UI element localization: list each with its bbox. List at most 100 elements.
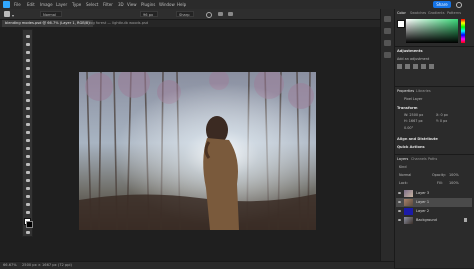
dodge-tool-icon[interactable] <box>24 153 31 159</box>
tab-swatches[interactable]: Swatches <box>410 11 426 15</box>
comments-panel-icon[interactable] <box>384 28 391 34</box>
angle-field[interactable]: 0.00° <box>404 126 413 130</box>
exposure-adjustment-icon[interactable] <box>421 64 426 69</box>
tab-layers[interactable]: Layers <box>397 157 408 161</box>
eraser-tool-icon[interactable] <box>24 129 31 135</box>
blend-mode-select[interactable]: Normal <box>399 173 411 177</box>
layer-row-layer-1[interactable]: Layer 1 <box>396 198 472 207</box>
color-field[interactable] <box>406 19 458 43</box>
size-field[interactable]: 96 px <box>140 11 158 17</box>
document-info: 2500 px × 1667 px (72 ppi) <box>22 263 72 267</box>
layer-row-background[interactable]: Background <box>396 216 472 225</box>
foreground-color-chip[interactable] <box>397 20 405 28</box>
tab-patterns[interactable]: Patterns <box>447 11 461 15</box>
hue-slider[interactable] <box>461 19 465 43</box>
quick-select-tool-icon[interactable] <box>24 65 31 71</box>
path-select-tool-icon[interactable] <box>24 177 31 183</box>
fill-field[interactable]: 100% <box>449 181 459 185</box>
menu-image[interactable]: Image <box>40 2 53 7</box>
tab-paths[interactable]: Paths <box>428 157 437 161</box>
layer-kind-label: Pixel Layer <box>404 97 423 101</box>
visibility-eye-icon[interactable] <box>398 210 401 212</box>
app-logo[interactable] <box>3 1 10 8</box>
document-canvas[interactable] <box>79 72 316 230</box>
character-panel-icon[interactable] <box>384 52 391 58</box>
share-button[interactable]: Share <box>433 1 451 8</box>
tab-libraries[interactable]: Libraries <box>416 89 431 93</box>
lasso-tool-icon[interactable] <box>24 57 31 63</box>
layer-name: Layer 2 <box>416 209 430 213</box>
vibrance-adjustment-icon[interactable] <box>429 64 434 69</box>
layer-row-layer-3[interactable]: Layer 3 <box>396 189 472 198</box>
chevron-down-icon[interactable]: ▾ <box>12 13 14 18</box>
pressure-icon[interactable] <box>228 12 233 16</box>
menu-window[interactable]: Window <box>159 2 175 7</box>
gradient-tool-icon[interactable] <box>24 137 31 143</box>
healing-brush-tool-icon[interactable] <box>24 97 31 103</box>
tab-properties[interactable]: Properties <box>397 89 414 93</box>
more-tools-icon[interactable] <box>24 209 31 215</box>
pen-tool-icon[interactable] <box>24 161 31 167</box>
menu-type[interactable]: Type <box>72 2 81 7</box>
menu-help[interactable]: Help <box>177 2 186 7</box>
transform-section[interactable]: Transform <box>397 106 418 110</box>
zoom-level[interactable]: 66.67% <box>3 263 17 267</box>
airbrush-icon[interactable] <box>218 12 223 16</box>
move-tool-icon[interactable] <box>24 33 31 39</box>
layer-row-layer-2[interactable]: Layer 2 <box>396 207 472 216</box>
menu-plugins[interactable]: Plugins <box>141 2 155 7</box>
curves-adjustment-icon[interactable] <box>413 64 418 69</box>
mode-select[interactable]: Normal <box>40 11 62 17</box>
background-color-swatch[interactable] <box>26 221 33 228</box>
type-tool-icon[interactable] <box>24 169 31 175</box>
zoom-tool-icon[interactable] <box>24 201 31 207</box>
frame-tool-icon[interactable] <box>24 81 31 87</box>
menu-3d[interactable]: 3D <box>118 2 124 7</box>
visibility-eye-icon[interactable] <box>398 201 401 203</box>
opacity-label: Opacity: <box>432 173 446 177</box>
preset-select[interactable]: Sharp <box>176 11 194 17</box>
opacity-field[interactable]: 100% <box>449 173 459 177</box>
align-section[interactable]: Align and Distribute <box>397 137 438 141</box>
levels-adjustment-icon[interactable] <box>405 64 410 69</box>
menu-layer[interactable]: Layer <box>56 2 67 7</box>
menu-filter[interactable]: Filter <box>103 2 113 7</box>
height-field[interactable]: H: 1667 px <box>404 119 423 123</box>
menu-file[interactable]: File <box>14 2 21 7</box>
settings-icon[interactable] <box>206 12 212 18</box>
marquee-tool-icon[interactable] <box>24 49 31 55</box>
visibility-eye-icon[interactable] <box>398 219 401 221</box>
quick-mask-icon[interactable] <box>24 229 31 235</box>
crop-tool-icon[interactable] <box>24 73 31 79</box>
menu-view[interactable]: View <box>127 2 137 7</box>
brush-tool-icon[interactable] <box>24 105 31 111</box>
brightness-adjustment-icon[interactable] <box>397 64 402 69</box>
quick-actions-section[interactable]: Quick Actions <box>397 145 425 149</box>
layer-filter-kind[interactable]: Kind <box>399 165 406 169</box>
clone-stamp-tool-icon[interactable] <box>24 113 31 119</box>
tab-gradients[interactable]: Gradients <box>428 11 445 15</box>
tab-channels[interactable]: Channels <box>411 157 427 161</box>
blur-tool-icon[interactable] <box>24 145 31 151</box>
width-field[interactable]: W: 2500 px <box>404 113 423 117</box>
layer-thumbnail <box>404 217 413 224</box>
lock-icon <box>464 218 467 222</box>
tab-blending-modes[interactable]: blending modes.psd @ 66.7% (Layer 1, RGB… <box>2 20 93 27</box>
tab-color[interactable]: Color <box>397 11 406 15</box>
hand-tool-icon[interactable] <box>24 193 31 199</box>
history-panel-icon[interactable] <box>384 16 391 22</box>
brush-settings-panel-icon[interactable] <box>384 40 391 46</box>
search-icon[interactable] <box>456 2 462 8</box>
menu-edit[interactable]: Edit <box>27 2 35 7</box>
y-field[interactable]: Y: 0 px <box>436 119 447 123</box>
x-field[interactable]: X: 0 px <box>436 113 448 117</box>
brush-tool-icon[interactable] <box>4 11 10 17</box>
shape-tool-icon[interactable] <box>24 185 31 191</box>
fill-label: Fill: <box>437 181 443 185</box>
eyedropper-tool-icon[interactable] <box>24 89 31 95</box>
artboard-tool-icon[interactable] <box>24 41 31 47</box>
visibility-eye-icon[interactable] <box>398 192 401 194</box>
tab-fog-forest[interactable]: fog forest — lightbulb woods.psd <box>86 20 151 27</box>
menu-select[interactable]: Select <box>86 2 98 7</box>
history-brush-tool-icon[interactable] <box>24 121 31 127</box>
